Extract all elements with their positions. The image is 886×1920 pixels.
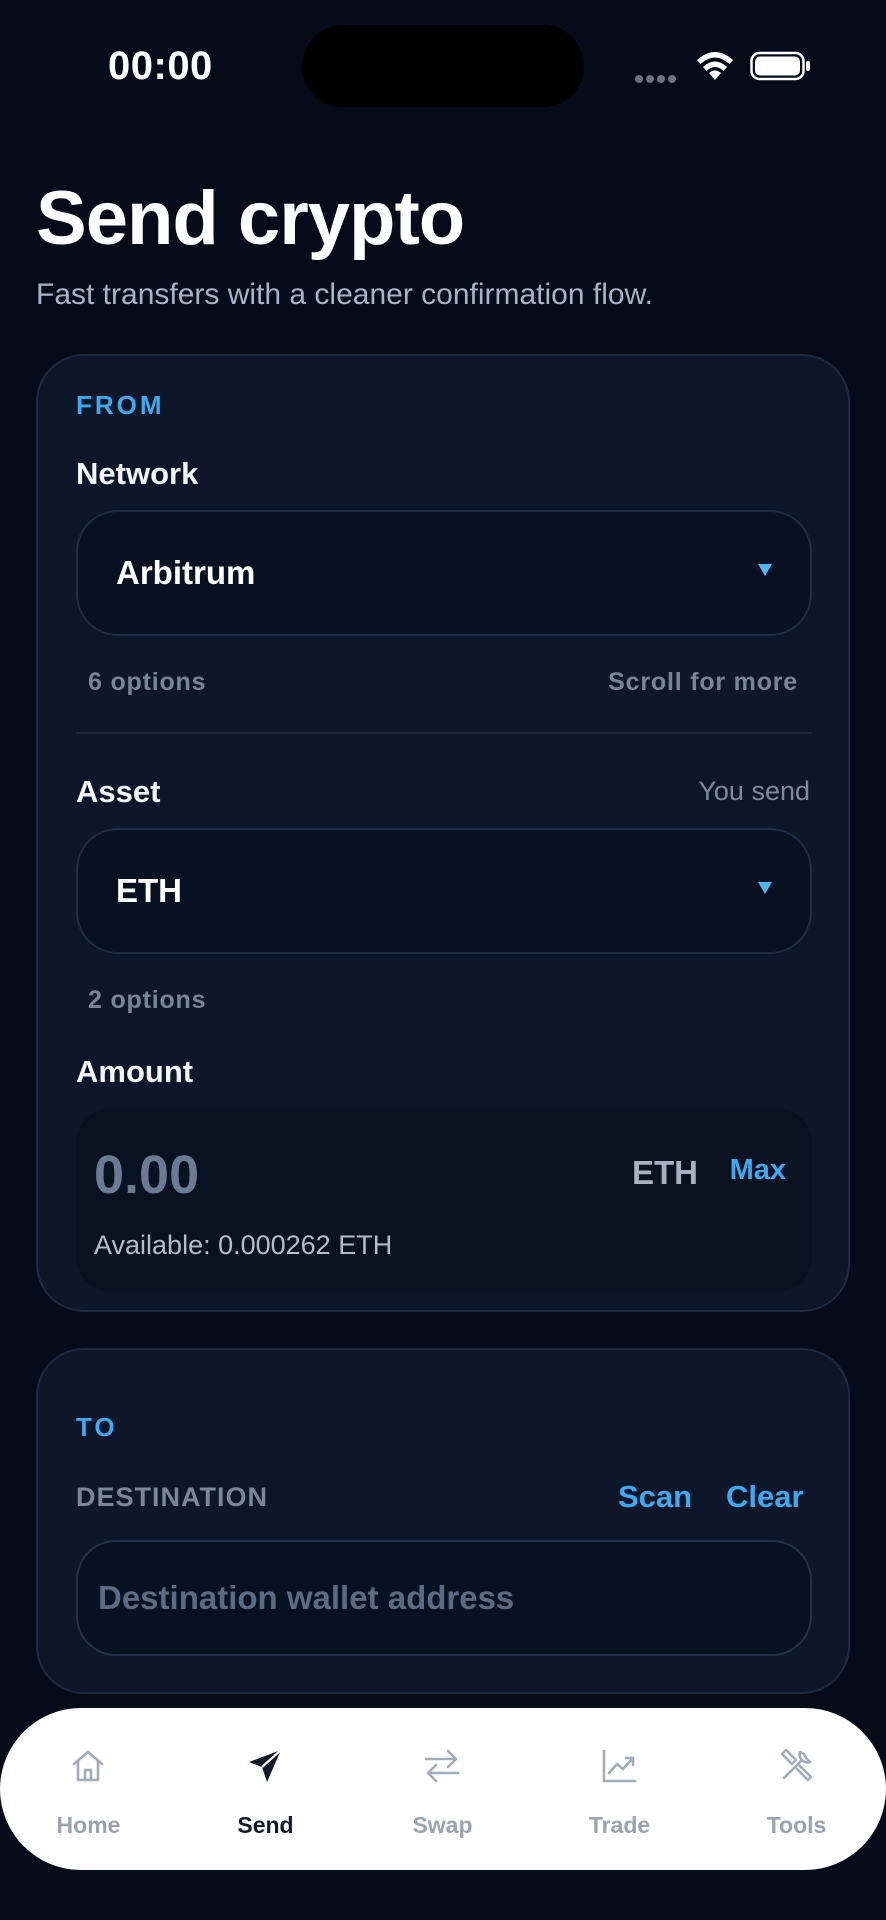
max-button[interactable]: Max (730, 1154, 786, 1187)
page-title: Send crypto (36, 176, 465, 261)
amount-input-value[interactable]: 0.00 (94, 1144, 199, 1206)
wifi-icon (697, 52, 733, 80)
tab-send[interactable]: Send (177, 1708, 354, 1870)
asset-selected-value: ETH (116, 872, 182, 909)
tab-bar: Home Send Swap Trade Tools (0, 1708, 886, 1870)
chevron-down-icon (758, 882, 772, 894)
send-icon (249, 1749, 282, 1782)
to-card: TO DESTINATION Scan Clear (36, 1348, 850, 1694)
swap-icon (424, 1749, 460, 1783)
tab-label-trade: Trade (588, 1812, 651, 1838)
clear-button[interactable]: Clear (726, 1479, 804, 1515)
destination-label: DESTINATION (76, 1482, 268, 1512)
cellular-signal-icon (635, 70, 681, 83)
from-section-label: FROM (76, 390, 165, 420)
network-label: Network (76, 456, 199, 491)
network-select[interactable]: Arbitrum (76, 510, 812, 636)
tab-trade[interactable]: Trade (531, 1708, 708, 1870)
tab-label-send: Send (237, 1812, 294, 1838)
network-scroll-hint: Scroll for more (608, 668, 798, 696)
tools-icon (780, 1748, 813, 1782)
amount-field[interactable]: 0.00 ETH Max Available: 0.000262 ETH (76, 1108, 812, 1292)
divider (76, 732, 812, 734)
chevron-down-icon (758, 564, 772, 576)
amount-unit: ETH (632, 1154, 698, 1191)
tab-home[interactable]: Home (0, 1708, 177, 1870)
network-options-count: 6 options (88, 668, 207, 696)
send-crypto-screen: 00:00 Send crypto Fast transfers with a … (0, 0, 886, 1920)
asset-label: Asset (76, 774, 161, 809)
status-time: 00:00 (108, 44, 213, 88)
asset-side-note: You send (698, 776, 810, 806)
tab-label-tools: Tools (766, 1812, 827, 1838)
tab-tools[interactable]: Tools (708, 1708, 885, 1870)
page-subtitle: Fast transfers with a cleaner confirmati… (36, 278, 653, 311)
home-icon (72, 1750, 104, 1782)
battery-icon (750, 51, 810, 81)
tab-label-swap: Swap (412, 1812, 473, 1838)
from-card: FROM Network Arbitrum 6 options Scroll f… (36, 354, 850, 1312)
trade-icon (602, 1749, 637, 1783)
asset-select[interactable]: ETH (76, 828, 812, 954)
to-section-label: TO (76, 1412, 118, 1442)
dynamic-island (302, 25, 584, 107)
scan-button[interactable]: Scan (618, 1479, 692, 1515)
asset-options-count: 2 options (88, 986, 207, 1014)
tab-swap[interactable]: Swap (354, 1708, 531, 1870)
available-balance: Available: 0.000262 ETH (94, 1230, 393, 1260)
destination-address-input[interactable] (76, 1540, 812, 1656)
network-selected-value: Arbitrum (116, 554, 256, 591)
amount-label: Amount (76, 1054, 194, 1089)
tab-label-home: Home (56, 1812, 121, 1838)
